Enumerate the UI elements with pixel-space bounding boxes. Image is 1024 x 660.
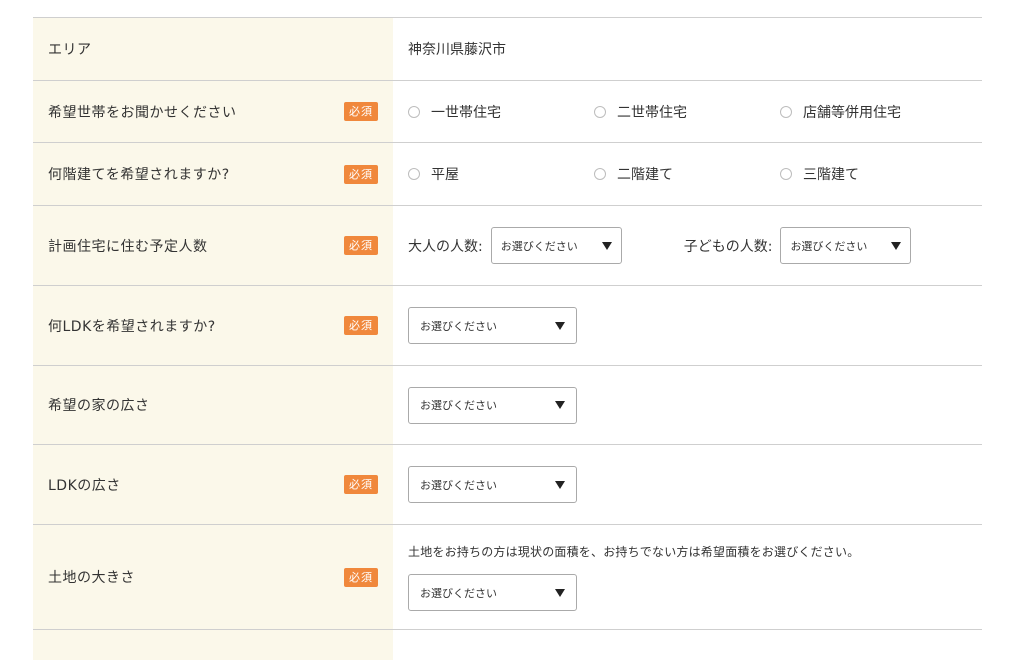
adults-count-label: 大人の人数: <box>408 238 483 255</box>
ldk-select[interactable]: お選びください <box>408 307 577 344</box>
household-option-single[interactable]: 一世帯住宅 <box>408 102 594 122</box>
radio-label: 三階建て <box>803 167 859 183</box>
ldk-size-select[interactable]: お選びください <box>408 466 577 503</box>
children-count-label: 子どもの人数: <box>683 238 773 255</box>
radio-button[interactable] <box>780 105 792 118</box>
adults-count-select[interactable]: お選びください <box>490 227 622 264</box>
caret-down-icon <box>891 241 902 250</box>
radio-button[interactable] <box>780 168 792 180</box>
floors-radio-group: 平屋 二階建て 三階建て <box>408 164 966 184</box>
form-label-cell: LDKの広さ 必須 <box>33 445 393 524</box>
form-value-cell: 大人の人数: お選びください 子どもの人数: お選びください <box>393 206 982 285</box>
form-row-area: エリア 神奈川県藤沢市 <box>33 18 982 81</box>
caret-down-icon <box>555 401 565 409</box>
household-label: 希望世帯をお聞かせください <box>48 104 237 121</box>
form-row-land-size: 土地の大きさ 必須 土地をお持ちの方は現状の面積を、お持ちでない方は希望面積をお… <box>33 525 982 630</box>
form-label-cell: 計画住宅に住む予定人数 必須 <box>33 206 393 285</box>
radio-label: 一世帯住宅 <box>431 104 501 121</box>
form-value-cell: 土地をお持ちの方は現状の面積を、お持ちでない方は希望面積をお選びください。 お選… <box>393 525 982 629</box>
required-badge: 必須 <box>344 102 378 121</box>
form-row-household: 希望世帯をお聞かせください 必須 一世帯住宅 二世帯住宅 店舗等併用住宅 <box>33 81 982 143</box>
required-badge: 必須 <box>344 164 378 184</box>
form-label-cell <box>33 630 393 660</box>
select-value: お選びください <box>420 399 497 412</box>
select-value: お選びください <box>790 239 868 253</box>
area-label: エリア <box>48 42 92 58</box>
ldk-label: 何LDKを希望されますか? <box>48 318 216 335</box>
household-radio-group: 一世帯住宅 二世帯住宅 店舗等併用住宅 <box>408 102 966 122</box>
area-value: 神奈川県藤沢市 <box>408 42 506 58</box>
select-value: お選びください <box>420 319 497 333</box>
inquiry-form-table: エリア 神奈川県藤沢市 希望世帯をお聞かせください 必須 一世帯住宅 二世帯住宅 <box>33 17 982 660</box>
floors-option-two[interactable]: 二階建て <box>594 164 780 184</box>
household-option-two-family[interactable]: 二世帯住宅 <box>594 102 780 122</box>
form-label-cell: 土地の大きさ 必須 <box>33 525 393 629</box>
select-value: お選びください <box>500 239 578 253</box>
form-label-cell: 何LDKを希望されますか? 必須 <box>33 286 393 365</box>
ldk-size-label: LDKの広さ <box>48 477 121 494</box>
residents-label: 計画住宅に住む予定人数 <box>48 238 208 255</box>
form-value-cell: お選びください <box>393 366 982 444</box>
radio-label: 二世帯住宅 <box>617 104 687 121</box>
land-size-label: 土地の大きさ <box>48 570 135 586</box>
radio-button[interactable] <box>594 105 606 118</box>
required-badge: 必須 <box>344 316 378 335</box>
form-label-cell: 何階建てを希望されますか? 必須 <box>33 143 393 205</box>
form-value-cell: 一世帯住宅 二世帯住宅 店舗等併用住宅 <box>393 81 982 142</box>
form-value-cell: お選びください <box>393 286 982 365</box>
form-row-residents: 計画住宅に住む予定人数 必須 大人の人数: お選びください 子どもの人数: お選… <box>33 206 982 286</box>
select-value: お選びください <box>420 478 497 492</box>
form-row-floors: 何階建てを希望されますか? 必須 平屋 二階建て 三階建て <box>33 143 982 206</box>
form-value-cell: 神奈川県藤沢市 <box>393 18 982 80</box>
required-badge: 必須 <box>344 475 378 494</box>
floors-option-three[interactable]: 三階建て <box>780 164 966 184</box>
land-size-note: 土地をお持ちの方は現状の面積を、お持ちでない方は希望面積をお選びください。 <box>408 545 860 559</box>
radio-label: 平屋 <box>431 167 459 183</box>
caret-down-icon <box>555 480 565 489</box>
required-badge: 必須 <box>344 567 378 587</box>
house-size-select[interactable]: お選びください <box>408 386 577 424</box>
land-size-select[interactable]: お選びください <box>408 574 577 611</box>
form-row-next-partial <box>33 630 982 660</box>
form-row-ldk-size: LDKの広さ 必須 お選びください <box>33 445 982 525</box>
form-label-cell: 希望世帯をお聞かせください 必須 <box>33 81 393 142</box>
select-value: お選びください <box>420 586 497 600</box>
radio-label: 店舗等併用住宅 <box>803 104 901 121</box>
form-value-cell: 平屋 二階建て 三階建て <box>393 143 982 205</box>
form-value-cell <box>393 630 982 660</box>
caret-down-icon <box>601 241 612 250</box>
caret-down-icon <box>555 321 565 330</box>
form-value-cell: お選びください <box>393 445 982 524</box>
radio-button[interactable] <box>594 168 606 180</box>
radio-button[interactable] <box>408 105 420 118</box>
required-badge: 必須 <box>344 236 378 255</box>
radio-button[interactable] <box>408 168 420 180</box>
caret-down-icon <box>555 588 565 597</box>
floors-option-one[interactable]: 平屋 <box>408 164 594 184</box>
form-label-cell: 希望の家の広さ <box>33 366 393 444</box>
form-row-house-size: 希望の家の広さ お選びください <box>33 366 982 445</box>
children-count-select[interactable]: お選びください <box>780 227 912 264</box>
household-option-shop-combined[interactable]: 店舗等併用住宅 <box>780 102 966 122</box>
radio-label: 二階建て <box>617 167 673 183</box>
form-label-cell: エリア <box>33 18 393 80</box>
house-size-label: 希望の家の広さ <box>48 398 150 414</box>
form-row-ldk: 何LDKを希望されますか? 必須 お選びください <box>33 286 982 366</box>
floors-label: 何階建てを希望されますか? <box>48 167 230 183</box>
